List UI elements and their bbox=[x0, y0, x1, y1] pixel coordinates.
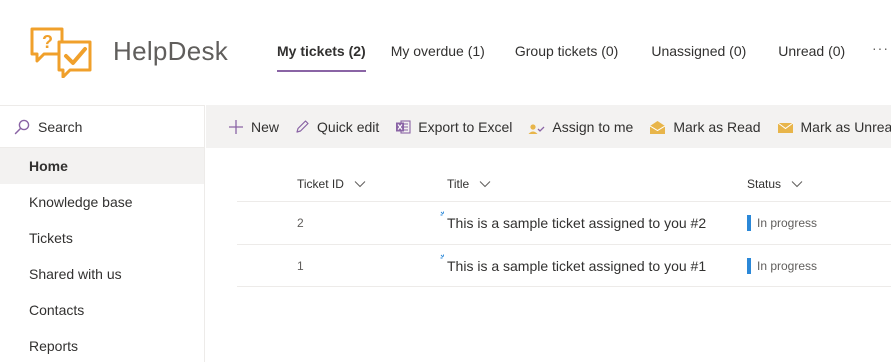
mark-as-read-label: Mark as Read bbox=[673, 118, 761, 135]
column-header-label: Ticket ID bbox=[297, 177, 344, 191]
quick-edit-label: Quick edit bbox=[317, 118, 380, 135]
new-button[interactable]: New bbox=[228, 105, 279, 148]
status-badge: In progress bbox=[747, 258, 817, 274]
ticket-id-cell: 2 bbox=[297, 216, 304, 230]
more-tabs-button[interactable]: ··· bbox=[872, 40, 889, 56]
tab-my-overdue[interactable]: My overdue (1) bbox=[391, 40, 485, 72]
export-to-excel-label: Export to Excel bbox=[418, 118, 513, 135]
tab-group-tickets[interactable]: Group tickets (0) bbox=[515, 40, 618, 72]
plus-icon bbox=[229, 119, 243, 134]
status-text: In progress bbox=[757, 259, 818, 273]
svg-text:?: ? bbox=[42, 32, 53, 52]
chevron-down-icon bbox=[791, 181, 803, 188]
ticket-title-link[interactable]: This is a sample ticket assigned to you … bbox=[447, 215, 706, 231]
pencil-icon bbox=[296, 119, 309, 133]
nav-item-knowledge-base[interactable]: Knowledge base bbox=[0, 184, 204, 220]
left-navigation: Search Home Knowledge base Tickets Share… bbox=[0, 105, 205, 362]
quick-edit-button[interactable]: Quick edit bbox=[294, 105, 379, 148]
nav-item-tickets[interactable]: Tickets bbox=[0, 220, 204, 256]
search-icon bbox=[14, 119, 30, 134]
nav-item-shared-with-us[interactable]: Shared with us bbox=[0, 256, 204, 292]
helpdesk-logo-icon: ? bbox=[30, 27, 92, 78]
nav-item-home[interactable]: Home bbox=[0, 148, 204, 184]
status-badge: In progress bbox=[747, 215, 817, 231]
status-text: In progress bbox=[757, 216, 818, 230]
column-header-status[interactable]: Status bbox=[747, 177, 803, 191]
new-label: New bbox=[251, 118, 280, 135]
assign-to-me-button[interactable]: Assign to me bbox=[528, 105, 633, 148]
search-box[interactable]: Search bbox=[0, 105, 205, 148]
nav-item-contacts[interactable]: Contacts bbox=[0, 292, 204, 328]
ticket-view-tabs: My tickets (2) My overdue (1) Group tick… bbox=[266, 40, 845, 72]
column-header-label: Status bbox=[747, 177, 782, 191]
chevron-down-icon bbox=[354, 181, 366, 188]
nav-item-reports[interactable]: Reports bbox=[0, 328, 204, 362]
column-header-ticket-id[interactable]: Ticket ID bbox=[297, 177, 366, 191]
tab-unread[interactable]: Unread (0) bbox=[778, 40, 845, 72]
app-header: ? HelpDesk My tickets (2) My overdue (1)… bbox=[0, 0, 891, 104]
app-title: HelpDesk bbox=[113, 36, 229, 66]
column-header-title[interactable]: Title bbox=[447, 177, 491, 191]
ticket-title-link[interactable]: This is a sample ticket assigned to you … bbox=[447, 258, 706, 274]
chevron-down-icon bbox=[479, 181, 491, 188]
status-indicator bbox=[747, 215, 751, 231]
assign-to-me-label: Assign to me bbox=[552, 118, 634, 135]
command-bar: New Quick edit Export to Excel Assign to… bbox=[206, 105, 891, 148]
mark-as-read-button[interactable]: Mark as Read bbox=[649, 105, 761, 148]
open-envelope-icon bbox=[650, 120, 666, 134]
tab-my-tickets[interactable]: My tickets (2) bbox=[277, 40, 366, 72]
export-to-excel-button[interactable]: Export to Excel bbox=[395, 105, 512, 148]
mark-as-unread-button[interactable]: Mark as Unread bbox=[777, 105, 891, 148]
assign-person-icon bbox=[528, 123, 545, 134]
closed-envelope-icon bbox=[777, 122, 793, 133]
column-header-label: Title bbox=[447, 177, 470, 191]
table-row[interactable]: 2 This is a sample ticket assigned to yo… bbox=[237, 201, 891, 244]
tab-unassigned[interactable]: Unassigned (0) bbox=[651, 40, 746, 72]
ticket-id-cell: 1 bbox=[297, 259, 304, 273]
search-label: Search bbox=[38, 118, 83, 135]
tickets-list: Ticket ID Title Status 2 This is a sampl… bbox=[206, 148, 891, 362]
excel-icon bbox=[396, 119, 411, 134]
status-indicator bbox=[747, 258, 751, 274]
mark-as-unread-label: Mark as Unread bbox=[800, 118, 891, 135]
table-row[interactable]: 1 This is a sample ticket assigned to yo… bbox=[237, 244, 891, 287]
